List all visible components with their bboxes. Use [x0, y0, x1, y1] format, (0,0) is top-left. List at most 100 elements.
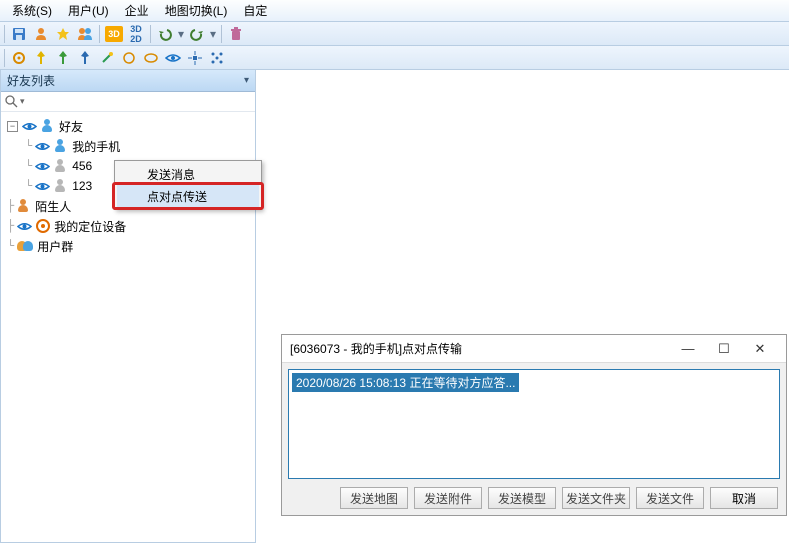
- pin-green-icon: [57, 51, 69, 65]
- users-icon: [77, 27, 93, 41]
- 3d-2d-button[interactable]: 3D2D: [126, 24, 146, 44]
- pin-yellow-button[interactable]: [31, 48, 51, 68]
- undo-dropdown[interactable]: ▾: [177, 27, 185, 41]
- minimize-icon: —: [682, 341, 695, 356]
- redo-button[interactable]: [187, 24, 207, 44]
- menu-system[interactable]: 系统(S): [4, 1, 60, 21]
- panel-collapse-button[interactable]: ▾: [244, 75, 249, 86]
- log-line-selected: 2020/08/26 15:08:13 正在等待对方应答...: [292, 373, 519, 392]
- panel-header: 好友列表 ▾: [1, 70, 255, 92]
- maximize-icon: ☐: [718, 341, 730, 357]
- menu-auto[interactable]: 自定: [235, 1, 275, 21]
- tree-line: └: [25, 179, 31, 193]
- grip-icon: [4, 25, 5, 43]
- ellipse-button[interactable]: [141, 48, 161, 68]
- minimize-button[interactable]: —: [670, 337, 706, 361]
- visibility-button[interactable]: [163, 48, 183, 68]
- send-file-button[interactable]: 发送文件: [636, 487, 704, 509]
- eye-icon: [17, 221, 32, 232]
- tree-root-friends[interactable]: − 好友: [3, 116, 253, 136]
- nodes-icon: [210, 51, 224, 65]
- divider: [150, 25, 151, 43]
- ctx-send-message[interactable]: 发送消息: [117, 163, 259, 185]
- eye-open-icon: [165, 52, 181, 64]
- search-icon[interactable]: [5, 95, 18, 108]
- menu-user[interactable]: 用户(U): [60, 1, 117, 21]
- maximize-button[interactable]: ☐: [706, 337, 742, 361]
- send-model-button[interactable]: 发送模型: [488, 487, 556, 509]
- tree-label: 123: [72, 179, 92, 193]
- undo-icon: [158, 27, 172, 41]
- save-button[interactable]: [9, 24, 29, 44]
- trash-button[interactable]: [226, 24, 246, 44]
- tree-line: ├: [7, 199, 13, 213]
- circle-icon: [122, 51, 136, 65]
- eye-icon: [35, 181, 50, 192]
- nodes-button[interactable]: [207, 48, 227, 68]
- dialog-button-row: 发送地图 发送附件 发送模型 发送文件夹 发送文件 取消: [282, 485, 786, 515]
- collapse-icon[interactable]: −: [7, 121, 18, 132]
- trash-icon: [229, 27, 243, 41]
- dialog-title: [6036073 - 我的手机]点对点传输: [290, 340, 462, 357]
- grip-icon: [4, 49, 5, 67]
- tree-user-groups[interactable]: └ 用户群: [3, 236, 253, 256]
- eye-icon: [35, 141, 50, 152]
- cancel-button[interactable]: 取消: [710, 487, 778, 509]
- tree-item-my-phone[interactable]: └ 我的手机: [3, 136, 253, 156]
- pin-blue-button[interactable]: [75, 48, 95, 68]
- panel-title: 好友列表: [7, 72, 55, 89]
- send-attachment-button[interactable]: 发送附件: [414, 487, 482, 509]
- pin-green-button[interactable]: [53, 48, 73, 68]
- person-gray-icon: [54, 179, 68, 193]
- tree-label: 好友: [59, 118, 83, 135]
- 3d-toggle-button[interactable]: 3D: [104, 24, 124, 44]
- user-orange-icon: [34, 27, 48, 41]
- save-icon: [12, 27, 26, 41]
- crosshair-button[interactable]: [185, 48, 205, 68]
- tree-label: 陌生人: [35, 198, 71, 215]
- tree-label: 用户群: [37, 238, 73, 255]
- tree-label: 我的定位设备: [54, 218, 126, 235]
- menu-enterprise[interactable]: 企业: [117, 1, 157, 21]
- toolbar-1: 3D 3D2D ▾ ▾: [0, 22, 789, 46]
- redo-dropdown[interactable]: ▾: [209, 27, 217, 41]
- 3d-badge-icon: 3D: [105, 26, 123, 42]
- pin-blue-icon: [79, 51, 91, 65]
- menu-map-switch[interactable]: 地图切换(L): [157, 1, 236, 21]
- users-button[interactable]: [75, 24, 95, 44]
- menubar: 系统(S) 用户(U) 企业 地图切换(L) 自定: [0, 0, 789, 22]
- user-orange-button[interactable]: [31, 24, 51, 44]
- dialog-log-area[interactable]: 2020/08/26 15:08:13 正在等待对方应答...: [288, 369, 780, 479]
- settings-button[interactable]: [9, 48, 29, 68]
- tree-line: └: [25, 139, 31, 153]
- tree-line: └: [7, 239, 13, 253]
- person-orange-icon: [17, 199, 31, 213]
- eye-icon: [22, 121, 37, 132]
- gear-icon: [12, 51, 26, 65]
- star-icon: [56, 27, 70, 41]
- close-button[interactable]: ✕: [742, 337, 778, 361]
- 3d-2d-text-icon: 3D2D: [130, 24, 142, 44]
- context-menu: 发送消息 点对点传送: [114, 160, 262, 210]
- person-gray-icon: [54, 159, 68, 173]
- dialog-titlebar: [6036073 - 我的手机]点对点传输 — ☐ ✕: [282, 335, 786, 363]
- search-dropdown[interactable]: ▾: [20, 96, 25, 107]
- undo-button[interactable]: [155, 24, 175, 44]
- ctx-p2p-send[interactable]: 点对点传送: [117, 185, 259, 207]
- toolbar-2: [0, 46, 789, 70]
- tree-label: 456: [72, 159, 92, 173]
- send-folder-button[interactable]: 发送文件夹: [562, 487, 630, 509]
- person-icon: [41, 119, 55, 133]
- tree-line: ├: [7, 219, 13, 233]
- crosshair-icon: [188, 51, 202, 65]
- p2p-transfer-dialog: [6036073 - 我的手机]点对点传输 — ☐ ✕ 2020/08/26 1…: [281, 334, 787, 516]
- favorite-button[interactable]: [53, 24, 73, 44]
- tree-my-devices[interactable]: ├ 我的定位设备: [3, 216, 253, 236]
- friends-panel: 好友列表 ▾ ▾ − 好友 └ 我的手机 └ 456 └: [0, 70, 256, 543]
- ellipse-icon: [144, 51, 158, 65]
- send-map-button[interactable]: 发送地图: [340, 487, 408, 509]
- wand-button[interactable]: [97, 48, 117, 68]
- eye-icon: [35, 161, 50, 172]
- wand-icon: [100, 51, 114, 65]
- circle-button[interactable]: [119, 48, 139, 68]
